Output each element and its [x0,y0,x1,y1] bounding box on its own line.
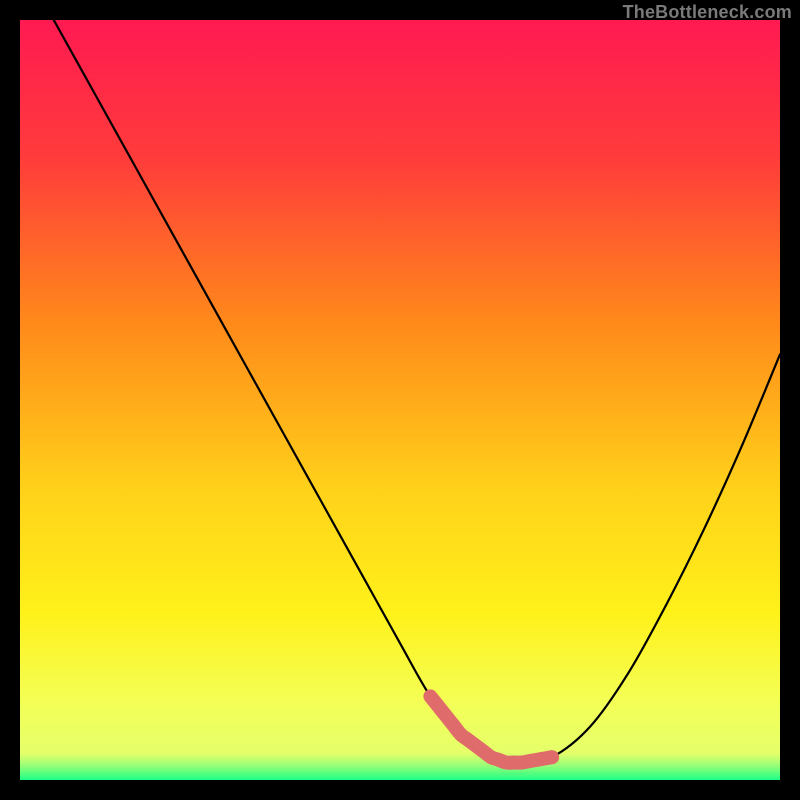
plot-area [20,20,780,780]
bottleneck-curve [20,20,780,763]
highlight-segment [430,696,552,762]
curve-layer [20,20,780,780]
chart-frame: TheBottleneck.com [0,0,800,800]
highlight-end-dot [545,750,559,764]
